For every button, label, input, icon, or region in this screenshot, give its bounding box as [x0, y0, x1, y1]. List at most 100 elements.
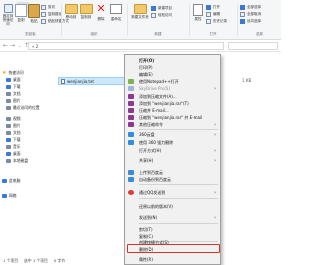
nav-item-desktop[interactable]: 桌面: [6, 77, 21, 83]
back-arrow-icon[interactable]: ←: [2, 42, 9, 49]
open-button[interactable]: 打开: [206, 5, 220, 10]
nav-item-network[interactable]: 网络: [2, 193, 17, 199]
new-item-button[interactable]: 新建项目: [151, 6, 172, 11]
star-icon: ★: [2, 70, 7, 76]
menu-item-notepadpp[interactable]: 使用Notepad++打开: [125, 78, 220, 85]
menu-item-360-shred[interactable]: 使用 360 强力删除: [125, 139, 220, 146]
nav-item-documents[interactable]: 文档: [6, 91, 21, 97]
status-selected: 选中 1 个项目: [24, 257, 48, 263]
nav-item-this-pc[interactable]: 此电脑: [2, 178, 20, 184]
menu-item-restore-versions[interactable]: 还原以前的版本(V): [125, 203, 220, 210]
clipboard-group-title: 剪贴板: [25, 32, 36, 36]
menu-item-360-cloud[interactable]: 360云盘 ›: [125, 131, 220, 138]
move-to-button[interactable]: 移动到: [64, 4, 78, 20]
nav-item-documents-2[interactable]: 文档: [6, 130, 21, 136]
menu-item-upload-baidu[interactable]: 上传到百度云: [125, 169, 220, 176]
copy-label: 复制: [17, 18, 25, 22]
properties-button[interactable]: 属性: [192, 4, 204, 22]
nav-item-music[interactable]: 音乐: [6, 144, 21, 150]
ribbon-group-clipboard: 固定到快速访问 复制 粘贴 剪切 复制路径 粘贴快捷方式 剪贴板: [1, 2, 69, 38]
chevron-right-icon: ›: [214, 85, 216, 92]
copy-to-button[interactable]: 复制到: [79, 4, 93, 20]
nav-item-downloads[interactable]: 下载: [6, 84, 21, 90]
menu-item-backup-baidu[interactable]: 自动备份到百度云: [125, 176, 220, 183]
nav-item-desktop-2[interactable]: 桌面: [6, 151, 21, 157]
nav-item-pictures[interactable]: 图片: [6, 98, 21, 104]
menu-item-open[interactable]: 打开(O): [125, 57, 220, 64]
select-all-button[interactable]: 全部选择: [240, 5, 261, 10]
menu-divider: [139, 198, 218, 199]
menu-item-compress-rar-email[interactable]: 压缩到 "wenjianjia.rar" 并 E-mail: [125, 114, 220, 121]
invert-selection-button[interactable]: 反向选择: [240, 19, 261, 24]
address-input[interactable]: « 2: [28, 42, 224, 50]
select-none-button[interactable]: 全部取消: [240, 12, 261, 17]
menu-item-label: SkyDrive Pro(S): [139, 86, 171, 91]
nav-item-label: 文档: [13, 91, 21, 96]
winrar-icon: [128, 115, 134, 120]
ribbon-group-new: 新建文件夹 新建项目 轻松访问 新建: [129, 2, 187, 38]
new-folder-button[interactable]: 新建文件夹: [131, 4, 149, 20]
delete-button[interactable]: ✕ 删除: [95, 3, 107, 22]
forward-arrow-icon[interactable]: →: [9, 42, 16, 49]
menu-item-open-with[interactable]: 打开方式(H) ›: [125, 147, 220, 154]
pin-to-quick-access-button[interactable]: 固定到快速访问: [2, 4, 14, 26]
nav-item-videos[interactable]: 视频: [6, 116, 21, 122]
network-icon: [2, 194, 7, 198]
menu-item-compress-email[interactable]: 压缩并 E-mail...: [125, 107, 220, 114]
nav-item-downloads-2[interactable]: 下载: [6, 137, 21, 143]
cloud-icon: [128, 132, 134, 137]
select-all-icon: [240, 5, 245, 10]
nav-item-local-disk[interactable]: 本地磁盘: [6, 158, 28, 164]
new-item-label: 新建项目: [158, 6, 172, 10]
navigation-pane: ★ 快速访问 桌面 下载 文档 图片 最近访问的位置 视频 图片 文档 下载 音…: [0, 53, 60, 253]
scissors-icon: [41, 5, 46, 10]
paste-button[interactable]: 粘贴: [28, 4, 40, 24]
search-input[interactable]: [228, 42, 278, 50]
history-button[interactable]: 历史记录: [206, 19, 227, 24]
copy-path-button[interactable]: 复制路径: [41, 12, 62, 17]
easy-access-button[interactable]: 轻松访问: [151, 13, 172, 18]
menu-item-print[interactable]: 打印(P): [125, 64, 220, 71]
history-label: 历史记录: [213, 19, 227, 23]
invert-selection-icon: [240, 19, 245, 24]
cut-button[interactable]: 剪切: [41, 5, 55, 10]
menu-item-add-to-archive[interactable]: 添加到压缩文件(A)...: [125, 93, 220, 100]
menu-item-label: 使用Notepad++打开: [139, 78, 179, 84]
menu-item-properties[interactable]: 属性(R): [125, 256, 220, 264]
chevron-right-icon: ›: [214, 147, 216, 154]
music-icon: [6, 145, 11, 149]
edit-button[interactable]: 编辑: [206, 12, 220, 17]
paste-shortcut-icon: [41, 19, 46, 24]
menu-item-send-to[interactable]: 发送到(N) ›: [125, 214, 220, 221]
select-all-label: 全部选择: [247, 5, 261, 9]
rename-ribbon-button[interactable]: 重命名: [109, 4, 123, 22]
edit-label: 编辑: [213, 12, 220, 16]
menu-item-label: 360云盘: [139, 131, 155, 137]
menu-item-add-to-rar[interactable]: 添加到 "wenjianjia.rar"(T): [125, 100, 220, 107]
menu-item-skydrive-pro[interactable]: SkyDrive Pro(S) ›: [125, 85, 220, 92]
menu-item-share[interactable]: 共享(H) ›: [125, 157, 220, 164]
menu-divider: [139, 129, 218, 130]
status-size: 0 字节: [53, 257, 66, 263]
ribbon-divider: [189, 4, 190, 36]
new-group-title: 新建: [154, 32, 162, 36]
copy-to-label: 复制到: [80, 15, 92, 19]
menu-item-edit[interactable]: 编辑(E): [125, 71, 220, 78]
nav-item-pictures-2[interactable]: 图片: [6, 123, 21, 129]
recent-locations-chevron-icon[interactable]: ⌄: [16, 42, 23, 49]
menu-item-cut[interactable]: 剪切(T): [125, 226, 220, 233]
menu-item-label: 通过QQ发送到: [139, 189, 166, 195]
nav-item-recent[interactable]: 最近访问的位置: [6, 105, 40, 111]
desktop-icon: [6, 78, 11, 82]
pictures-icon: [6, 124, 11, 128]
copy-path-label: 复制路径: [48, 12, 62, 16]
menu-item-label: 打开(O): [139, 57, 155, 63]
menu-item-label: 发送到(N): [139, 214, 158, 220]
move-to-icon: [64, 4, 78, 14]
menu-item-other-compress[interactable]: 其他压缩命令 ›: [125, 121, 220, 128]
nav-item-label: 桌面: [13, 77, 21, 82]
nav-item-quick-access[interactable]: ★ 快速访问: [2, 70, 24, 76]
copy-button[interactable]: 复制: [15, 4, 27, 23]
rename-label: 重命名: [110, 17, 122, 21]
menu-item-send-via-qq[interactable]: 通过QQ发送到 ›: [125, 189, 220, 196]
